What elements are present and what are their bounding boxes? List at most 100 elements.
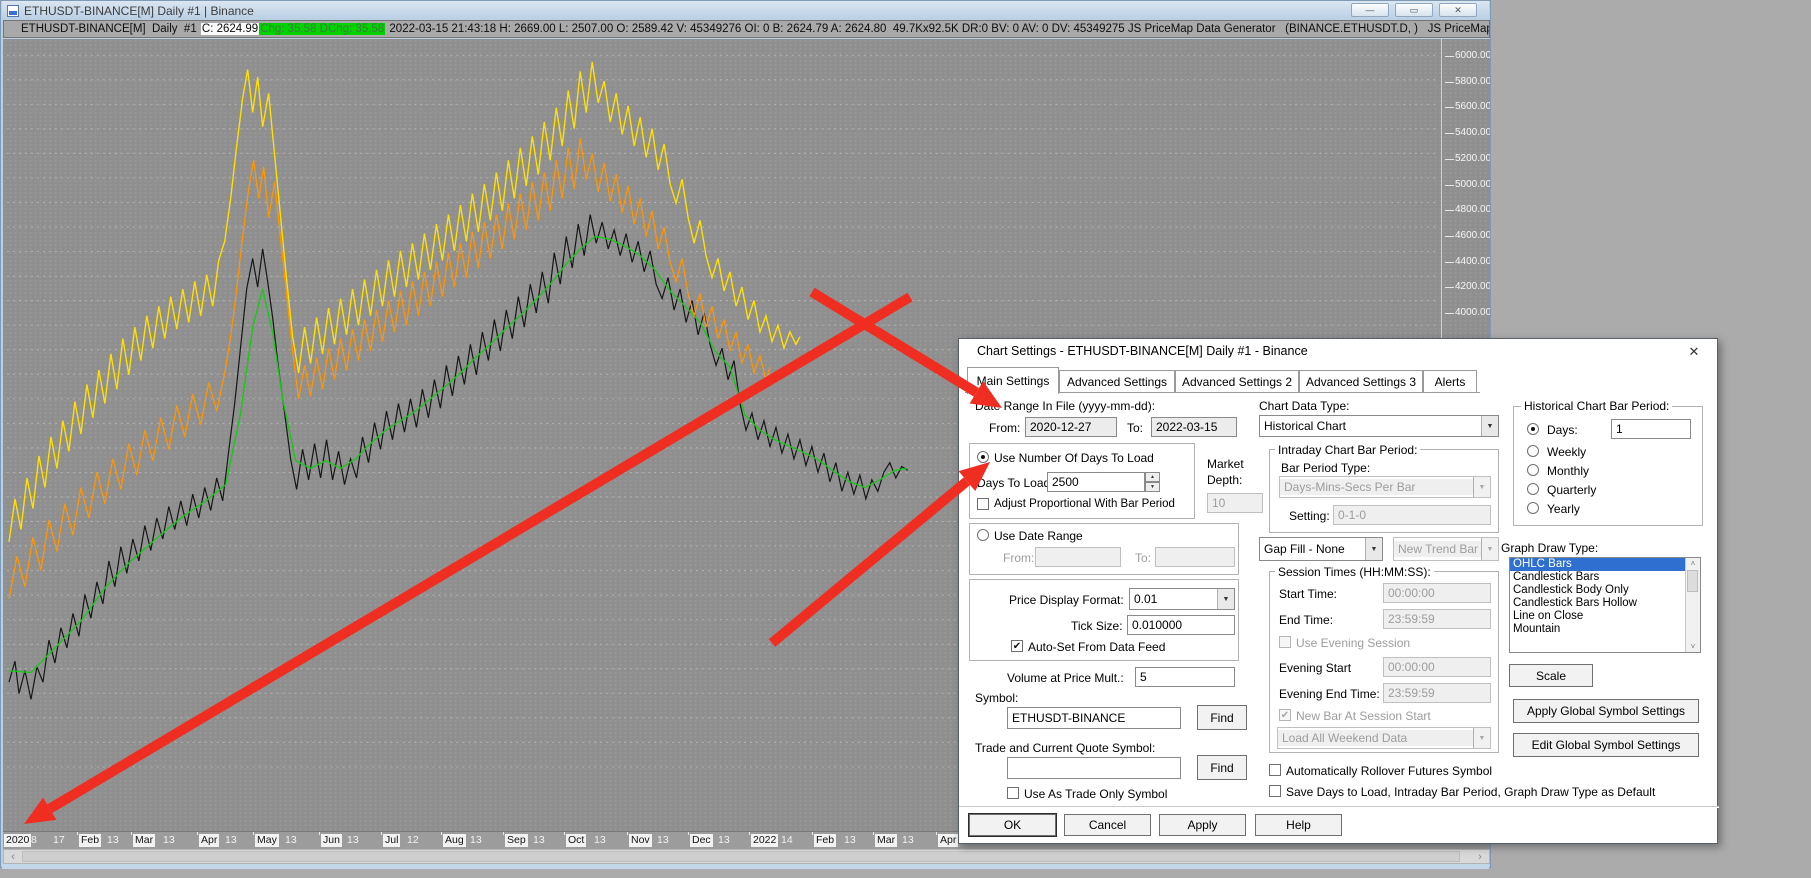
radio-monthly[interactable] bbox=[1527, 464, 1539, 476]
volume-mult-field[interactable]: 5 bbox=[1135, 667, 1235, 687]
scroll-down-icon[interactable]: ˅ bbox=[1691, 642, 1696, 651]
use-date-range-radio[interactable] bbox=[977, 529, 989, 541]
range-to-field bbox=[1155, 547, 1235, 567]
dialog-close-icon[interactable]: ✕ bbox=[1685, 343, 1703, 361]
list-item[interactable]: OHLC Bars bbox=[1510, 558, 1685, 571]
desktop: ETHUSDT-BINANCE[M] Daily #1 | Binance — … bbox=[0, 0, 1811, 878]
radio-quarterly[interactable] bbox=[1527, 483, 1539, 495]
trade-symbol-field[interactable] bbox=[1007, 757, 1181, 779]
symbol-find-button[interactable]: Find bbox=[1197, 705, 1247, 730]
new-bar-session-checkbox: ✔ bbox=[1279, 709, 1291, 721]
end-time-label: End Time: bbox=[1279, 613, 1334, 627]
date-tick-mark bbox=[688, 832, 689, 835]
scroll-right-icon[interactable]: › bbox=[1472, 850, 1488, 863]
list-scroll-thumb[interactable] bbox=[1687, 570, 1698, 592]
symbol-field[interactable]: ETHUSDT-BINANCE bbox=[1007, 707, 1181, 729]
chart-data-type-select[interactable]: Historical Chart ▼ bbox=[1259, 415, 1499, 437]
date-tick-label: Apr bbox=[938, 834, 959, 847]
tab-main-settings[interactable]: Main Settings bbox=[967, 367, 1059, 394]
chevron-down-icon[interactable]: ▼ bbox=[1217, 589, 1234, 609]
help-button[interactable]: Help bbox=[1255, 814, 1342, 836]
tab-advanced-settings-2[interactable]: Advanced Settings 2 bbox=[1175, 370, 1299, 393]
info-symbol: ETHUSDT-BINANCE[M] Daily #1 bbox=[21, 23, 200, 35]
range-to-label: To: bbox=[1135, 551, 1152, 565]
restore-button[interactable]: ▭ bbox=[1395, 3, 1433, 17]
tab-advanced-settings-3[interactable]: Advanced Settings 3 bbox=[1299, 370, 1423, 393]
window-titlebar[interactable]: ETHUSDT-BINANCE[M] Daily #1 | Binance — … bbox=[2, 1, 1489, 20]
price-display-format-select[interactable]: 0.01 ▼ bbox=[1129, 588, 1235, 610]
chevron-down-icon[interactable]: ▼ bbox=[1365, 538, 1382, 560]
date-tick-label: 13 bbox=[107, 834, 119, 846]
list-scrollbar[interactable]: ˄ ˅ bbox=[1685, 558, 1700, 652]
chevron-down-icon: ▼ bbox=[1473, 477, 1490, 497]
tick-size-field[interactable]: 0.010000 bbox=[1127, 615, 1235, 635]
volume-mult-label: Volume at Price Mult.: bbox=[1007, 671, 1124, 685]
list-item[interactable]: Mountain bbox=[1510, 623, 1685, 636]
autoset-label: Auto-Set From Data Feed bbox=[1028, 640, 1166, 654]
range-from-field bbox=[1035, 547, 1121, 567]
rollover-checkbox[interactable] bbox=[1269, 764, 1281, 776]
chevron-down-icon[interactable]: ▼ bbox=[1481, 416, 1498, 436]
date-to-field[interactable]: 2022-03-15 bbox=[1151, 417, 1237, 437]
date-tick-label: Aug bbox=[443, 834, 466, 847]
window-bottom-frame bbox=[2, 864, 1489, 869]
date-tick-label: Nov bbox=[629, 834, 652, 847]
ok-button[interactable]: OK bbox=[969, 814, 1056, 836]
use-number-of-days-radio[interactable] bbox=[977, 451, 989, 463]
date-tick-mark bbox=[77, 832, 78, 835]
trade-find-button[interactable]: Find bbox=[1197, 755, 1247, 780]
days-value-field[interactable]: 1 bbox=[1611, 419, 1691, 439]
date-tick-mark bbox=[319, 832, 320, 835]
radio-yearly[interactable] bbox=[1527, 502, 1539, 514]
apply-global-button[interactable]: Apply Global Symbol Settings bbox=[1513, 699, 1699, 723]
weekend-data-select: Load All Weekend Data ▼ bbox=[1277, 727, 1491, 749]
evening-end-label: Evening End Time: bbox=[1279, 687, 1380, 701]
autoset-checkbox[interactable]: ✔ bbox=[1011, 640, 1023, 652]
scroll-left-icon[interactable]: ‹ bbox=[5, 850, 21, 863]
date-tick-label: 14 bbox=[781, 834, 793, 846]
price-tick-label: 5400.00 bbox=[1455, 127, 1490, 138]
radio-label-yearly: Yearly bbox=[1547, 502, 1580, 516]
close-button[interactable]: ✕ bbox=[1439, 3, 1477, 17]
tab-advanced-settings[interactable]: Advanced Settings bbox=[1059, 370, 1175, 393]
use-date-range-label: Use Date Range bbox=[994, 529, 1083, 543]
list-item[interactable]: Candlestick Bars Hollow bbox=[1510, 597, 1685, 610]
gap-fill-select[interactable]: Gap Fill - None ▼ bbox=[1259, 537, 1383, 561]
scrollbar-thumb[interactable] bbox=[22, 851, 1460, 862]
date-tick-label: Dec bbox=[690, 834, 713, 847]
date-tick-mark bbox=[503, 832, 504, 835]
evening-start-label: Evening Start bbox=[1279, 661, 1352, 675]
save-default-checkbox[interactable] bbox=[1269, 785, 1281, 797]
date-from-field[interactable]: 2020-12-27 bbox=[1025, 417, 1117, 437]
scroll-up-icon[interactable]: ˄ bbox=[1691, 559, 1696, 568]
apply-button[interactable]: Apply bbox=[1159, 814, 1246, 836]
price-tick-label: 6000.00 bbox=[1455, 50, 1490, 61]
days-to-load-field[interactable]: 2500 bbox=[1047, 472, 1145, 492]
days-to-load-stepper[interactable]: ▲ ▼ bbox=[1145, 472, 1160, 492]
minimize-button[interactable]: — bbox=[1351, 3, 1389, 17]
days-radio[interactable] bbox=[1527, 423, 1539, 435]
date-tick-label: 2020 bbox=[4, 834, 32, 847]
list-item[interactable]: Candlestick Bars bbox=[1510, 571, 1685, 584]
trade-only-checkbox[interactable] bbox=[1007, 787, 1019, 799]
price-display-format-label: Price Display Format: bbox=[1009, 593, 1124, 607]
horizontal-scrollbar[interactable]: ‹ › bbox=[3, 849, 1490, 864]
scale-button[interactable]: Scale bbox=[1509, 664, 1593, 687]
price-tick-dash bbox=[1445, 107, 1454, 108]
price-ohlc-black-line bbox=[8, 214, 909, 700]
date-tick-label: Apr bbox=[199, 834, 220, 847]
date-tick-label: Jun bbox=[321, 834, 342, 847]
graph-draw-type-list[interactable]: OHLC Bars Candlestick Bars Candlestick Bod… bbox=[1509, 557, 1701, 653]
tab-alerts[interactable]: Alerts bbox=[1423, 370, 1477, 393]
radio-weekly[interactable] bbox=[1527, 445, 1539, 457]
ma-green-line bbox=[8, 235, 908, 674]
date-tick-label: 13 bbox=[285, 834, 297, 846]
edit-global-button[interactable]: Edit Global Symbol Settings bbox=[1513, 733, 1699, 757]
cancel-button[interactable]: Cancel bbox=[1064, 814, 1151, 836]
date-tick-mark bbox=[441, 832, 442, 835]
adjust-proportional-checkbox[interactable] bbox=[977, 498, 989, 510]
list-item[interactable]: Candlestick Body Only bbox=[1510, 584, 1685, 597]
list-item[interactable]: Line on Close bbox=[1510, 610, 1685, 623]
chart-info-bar: ETHUSDT-BINANCE[M] Daily #1 C: 2624.99 C… bbox=[3, 20, 1490, 38]
use-number-of-days-label: Use Number Of Days To Load bbox=[994, 451, 1154, 465]
